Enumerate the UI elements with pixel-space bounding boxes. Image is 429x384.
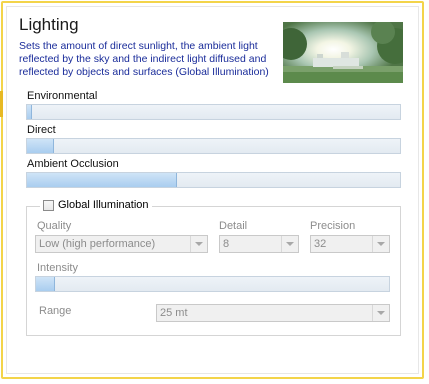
global-illumination-label: Global Illumination: [58, 199, 149, 211]
panel-title: Lighting: [19, 15, 79, 34]
panel-description: Sets the amount of direct sunlight, the …: [19, 40, 269, 79]
lighting-preview-image: [283, 22, 403, 83]
chevron-down-icon: [377, 311, 385, 315]
intensity-slider[interactable]: [35, 276, 390, 292]
global-illumination-checkbox[interactable]: [43, 199, 54, 211]
detail-label: Detail: [219, 220, 248, 232]
quality-label: Quality: [37, 220, 72, 232]
intensity-label: Intensity: [37, 262, 78, 274]
range-label: Range: [39, 305, 72, 317]
ambient-occlusion-label: Ambient Occlusion: [27, 158, 119, 170]
chevron-down-icon: [286, 242, 294, 246]
intensity-slider-fill: [36, 277, 55, 291]
precision-label: Precision: [310, 220, 356, 232]
panel-tab-marker: [0, 91, 3, 117]
precision-dropdown-button[interactable]: [372, 236, 389, 252]
global-illumination-header: Global Illumination: [40, 199, 152, 211]
direct-slider[interactable]: [26, 138, 401, 154]
environmental-label: Environmental: [27, 90, 98, 102]
ambient-occlusion-slider-fill: [27, 173, 178, 187]
chevron-down-icon: [195, 242, 203, 246]
detail-select[interactable]: 8: [219, 235, 299, 253]
direct-slider-fill: [27, 139, 55, 153]
environmental-slider-fill: [27, 105, 32, 119]
precision-select[interactable]: 32: [310, 235, 390, 253]
range-value: 25 mt: [160, 307, 188, 319]
direct-label: Direct: [27, 124, 56, 136]
quality-select[interactable]: Low (high performance): [35, 235, 208, 253]
quality-dropdown-button[interactable]: [190, 236, 207, 252]
range-dropdown-button[interactable]: [372, 305, 389, 321]
detail-value: 8: [223, 238, 230, 250]
environmental-slider[interactable]: [26, 104, 401, 120]
ambient-occlusion-slider[interactable]: [26, 172, 401, 188]
precision-value: 32: [314, 238, 327, 250]
detail-dropdown-button[interactable]: [281, 236, 298, 252]
quality-value: Low (high performance): [39, 238, 156, 250]
range-select[interactable]: 25 mt: [156, 304, 390, 322]
chevron-down-icon: [377, 242, 385, 246]
